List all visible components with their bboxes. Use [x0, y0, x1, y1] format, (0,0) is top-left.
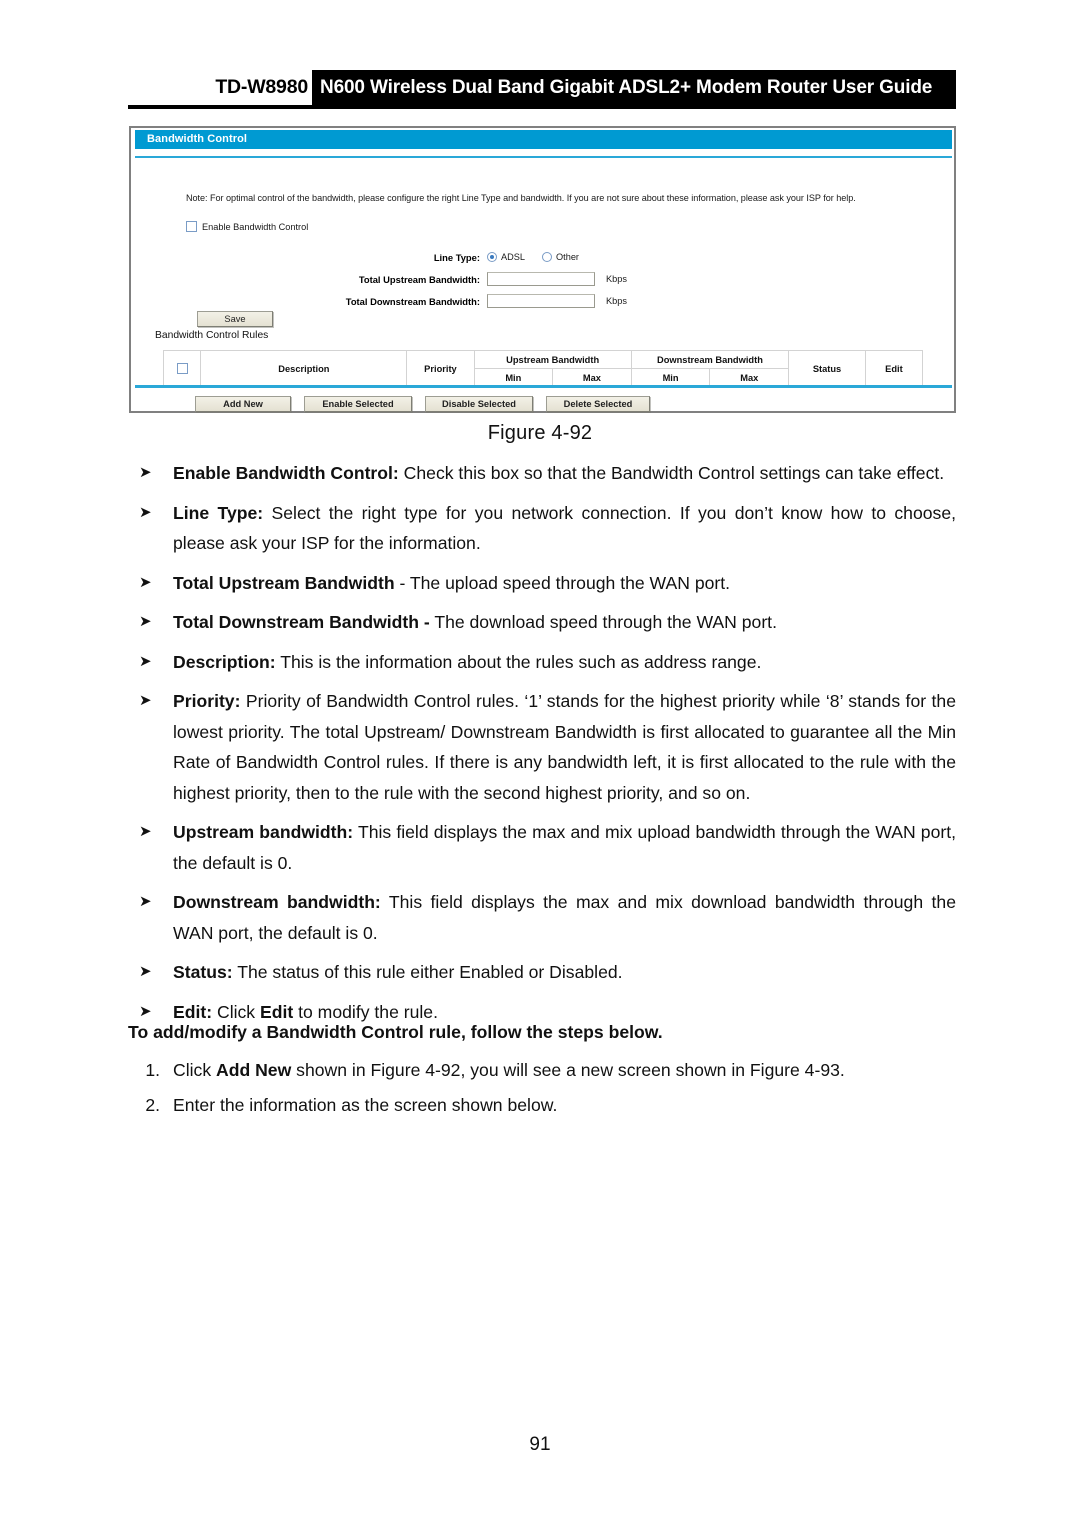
line-type-adsl-radio[interactable] — [487, 252, 497, 262]
bullet-arrow-icon: ➤ — [139, 823, 152, 840]
bullet-arrow-icon: ➤ — [139, 652, 152, 670]
panel-body: Note: For optimal control of the bandwid… — [135, 160, 952, 412]
list-item: ➤ Upstream bandwidth: This field display… — [128, 817, 956, 878]
total-downstream-label: Total Downstream Bandwidth: — [345, 295, 480, 307]
bullet-arrow-icon: ➤ — [139, 893, 152, 910]
total-downstream-input[interactable] — [487, 294, 595, 308]
total-downstream-row: Total Downstream Bandwidth: Kbps — [135, 292, 952, 310]
bullet-term: Description: — [173, 651, 276, 672]
column-header-edit: Edit — [864, 350, 924, 387]
column-header-status: Status — [788, 350, 866, 387]
bullet-text: Priority of Bandwidth Control rules. ‘1’… — [173, 691, 956, 803]
column-header-downstream-bandwidth: Downstream Bandwidth — [630, 350, 790, 369]
bullet-term: Line Type: — [173, 502, 264, 523]
line-type-other-label: Other — [556, 252, 579, 262]
column-header-description: Description — [200, 350, 408, 387]
steps-heading: To add/modify a Bandwidth Control rule, … — [128, 1022, 663, 1042]
note-text: Note: For optimal control of the bandwid… — [186, 193, 856, 203]
bullet-list: ➤ Enable Bandwidth Control: Check this b… — [128, 458, 956, 1036]
bandwidth-control-rules-table: Description Priority Upstream Bandwidth … — [162, 350, 924, 387]
bullet-arrow-icon: ➤ — [139, 963, 152, 980]
bullet-term: Status: — [173, 962, 233, 982]
line-type-label: Line Type: — [433, 251, 480, 263]
router-ui-screenshot: Bandwidth Control Note: For optimal cont… — [129, 126, 956, 413]
panel-title: Bandwidth Control — [135, 130, 952, 149]
save-button[interactable]: Save — [197, 311, 273, 327]
line-type-adsl-label: ADSL — [501, 252, 526, 262]
step-number: 1. — [145, 1060, 160, 1080]
column-header-downstream-max: Max — [709, 368, 790, 387]
list-item: ➤ Downstream bandwidth: This field displ… — [128, 887, 956, 948]
disable-selected-button[interactable]: Disable Selected — [425, 396, 533, 412]
bullet-text: This is the information about the rules … — [275, 651, 762, 672]
total-upstream-unit: Kbps — [606, 274, 627, 284]
page-number: 91 — [529, 1434, 551, 1455]
list-item: ➤ Total Upstream Bandwidth - The upload … — [128, 568, 956, 599]
bullet-text: Check this box so that the Bandwidth Con… — [398, 463, 945, 483]
list-item: ➤ Line Type: Select the right type for y… — [128, 498, 956, 559]
total-upstream-label: Total Upstream Bandwidth: — [358, 273, 480, 285]
select-all-cell[interactable] — [162, 350, 202, 387]
enable-bandwidth-control-row[interactable]: Enable Bandwidth Control — [186, 221, 308, 232]
panel-title-underline — [135, 156, 952, 158]
header-model-name: TD-W8980 — [215, 76, 308, 98]
figure-caption: Figure 4-92 — [487, 422, 593, 444]
bandwidth-form: Line Type: ADSL Other Total Upstream Ban… — [135, 248, 952, 314]
step-number: 2. — [145, 1094, 160, 1115]
line-type-row: Line Type: ADSL Other — [135, 248, 952, 266]
list-item: ➤ Status: The status of this rule either… — [128, 957, 956, 988]
total-upstream-input[interactable] — [487, 272, 595, 286]
panel-bottom-divider — [135, 385, 952, 388]
bullet-arrow-icon: ➤ — [139, 573, 152, 591]
bullet-text: Click Edit to modify the rule. — [212, 1001, 438, 1022]
bullet-arrow-icon: ➤ — [139, 692, 152, 709]
line-type-other-radio[interactable] — [542, 252, 553, 262]
bullet-text: Select the right type for you network co… — [173, 502, 956, 554]
list-item: 2. Enter the information as the screen s… — [128, 1090, 956, 1121]
list-item: ➤ Priority: Priority of Bandwidth Contro… — [128, 686, 956, 808]
bullet-term: Enable Bandwidth Control: — [173, 463, 399, 483]
select-all-checkbox[interactable] — [176, 363, 188, 374]
enable-selected-button[interactable]: Enable Selected — [304, 396, 412, 412]
total-upstream-row: Total Upstream Bandwidth: Kbps — [135, 270, 952, 288]
column-header-upstream-max: Max — [552, 368, 632, 387]
total-downstream-unit: Kbps — [606, 296, 627, 306]
list-item: 1. Click Add New shown in Figure 4-92, y… — [128, 1055, 956, 1086]
bullet-term: Total Downstream Bandwidth - — [173, 612, 430, 632]
step-text: Click Add New shown in Figure 4-92, you … — [173, 1060, 845, 1080]
column-header-downstream-min: Min — [630, 368, 711, 387]
delete-selected-button[interactable]: Delete Selected — [546, 396, 650, 412]
bullet-term: Downstream bandwidth: — [173, 892, 381, 912]
header-rule — [128, 105, 956, 109]
bullet-arrow-icon: ➤ — [139, 464, 152, 481]
line-type-radio-group[interactable]: ADSL Other — [487, 252, 579, 262]
steps-list: 1. Click Add New shown in Figure 4-92, y… — [128, 1055, 956, 1124]
table-header-row-1: Description Priority Upstream Bandwidth … — [162, 350, 924, 387]
bullet-text: The status of this rule either Enabled o… — [232, 962, 623, 982]
rules-action-buttons: Add New Enable Selected Disable Selected… — [195, 396, 650, 412]
bullet-arrow-icon: ➤ — [139, 503, 152, 521]
enable-bandwidth-control-label: Enable Bandwidth Control — [202, 221, 309, 232]
enable-bandwidth-control-checkbox[interactable] — [186, 221, 197, 232]
list-item: ➤ Description: This is the information a… — [128, 647, 956, 678]
header-title-banner: N600 Wireless Dual Band Gigabit ADSL2+ M… — [312, 70, 956, 106]
bullet-term: Upstream bandwidth: — [173, 822, 354, 842]
page-header: TD-W8980 N600 Wireless Dual Band Gigabit… — [0, 70, 1080, 112]
bullet-term: Total Upstream Bandwidth — [173, 572, 395, 593]
list-item: ➤ Enable Bandwidth Control: Check this b… — [128, 458, 956, 489]
step-text: Enter the information as the screen show… — [173, 1094, 558, 1115]
column-header-upstream-bandwidth: Upstream Bandwidth — [473, 350, 632, 369]
bullet-text: - The upload speed through the WAN port. — [394, 572, 731, 593]
column-header-upstream-min: Min — [473, 368, 554, 387]
bullet-arrow-icon: ➤ — [139, 613, 152, 630]
bullet-text: The download speed through the WAN port. — [429, 612, 777, 632]
list-item: ➤ Total Downstream Bandwidth - The downl… — [128, 607, 956, 638]
add-new-button[interactable]: Add New — [195, 396, 291, 412]
bullet-term: Priority: — [173, 691, 241, 711]
bullet-term: Edit: — [173, 1001, 213, 1022]
column-header-priority: Priority — [406, 350, 475, 387]
bandwidth-control-rules-title: Bandwidth Control Rules — [155, 330, 269, 341]
